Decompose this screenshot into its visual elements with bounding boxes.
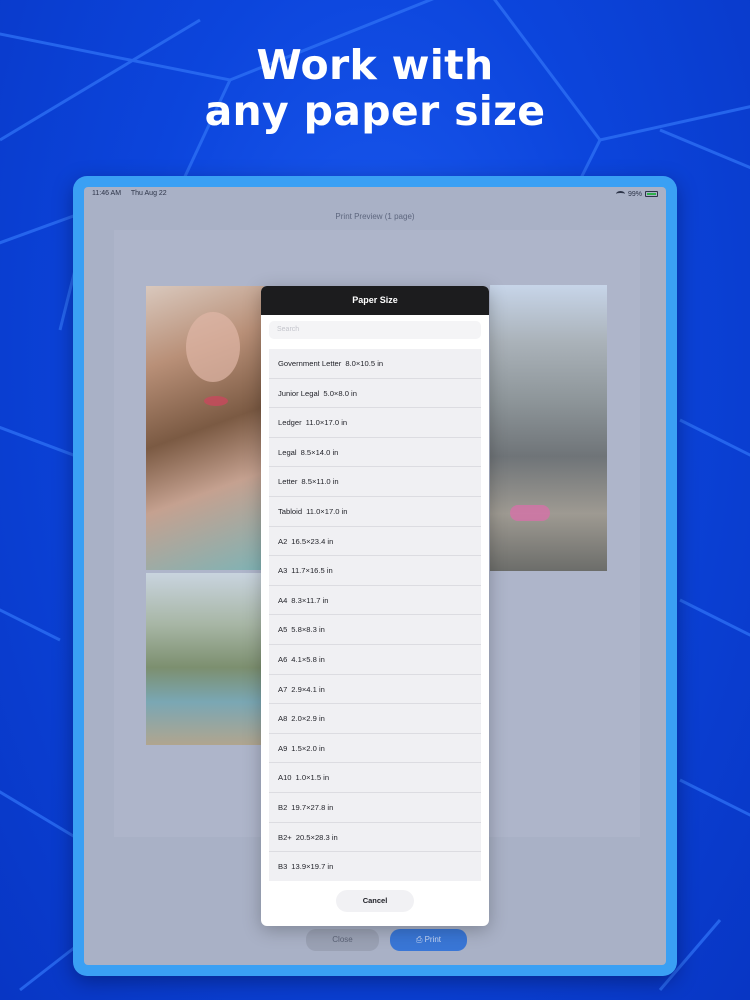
paper-size-item[interactable]: A9 1.5×2.0 in	[269, 734, 481, 764]
paper-size-dimensions: 11.7×16.5 in	[291, 566, 333, 576]
preview-photo-city	[490, 285, 607, 571]
battery-percent: 99%	[627, 190, 642, 198]
paper-size-dimensions: 1.5×2.0 in	[291, 743, 325, 753]
paper-size-list[interactable]: Government Letter 8.0×10.5 in Junior Legal…	[269, 349, 481, 881]
paper-size-name: B2+	[278, 832, 292, 842]
paper-size-dimensions: 16.5×23.4 in	[291, 536, 334, 546]
cancel-button[interactable]: Cancel	[336, 890, 414, 912]
paper-size-item[interactable]: A8 2.0×2.9 in	[269, 704, 481, 734]
paper-size-name: Letter	[278, 477, 298, 487]
battery-icon	[645, 191, 658, 197]
wifi-icon	[615, 191, 625, 197]
paper-size-name: A5	[278, 625, 288, 635]
preview-actions: Close ⎙ Print	[84, 929, 666, 951]
face-shape	[186, 312, 240, 382]
paper-size-dimensions: 13.9×19.7 in	[291, 862, 334, 872]
sneaker-shape	[510, 505, 550, 521]
paper-size-name: A9	[278, 743, 288, 753]
paper-size-item[interactable]: Tabloid 11.0×17.0 in	[269, 497, 481, 527]
paper-size-item[interactable]: Letter 8.5×11.0 in	[269, 467, 481, 497]
status-bar: 11:46 AM Thu Aug 22 99%	[84, 187, 666, 201]
paper-size-modal: Paper Size Search Government Letter 8.0×1…	[261, 286, 489, 926]
print-preview-title: Print Preview (1 page)	[335, 212, 415, 221]
paper-size-item[interactable]: A7 2.9×4.1 in	[269, 675, 481, 705]
status-date: Thu Aug 22	[130, 190, 167, 197]
headline-line-1: Work with	[256, 41, 494, 89]
paper-size-dimensions: 8.5×11.0 in	[301, 477, 339, 487]
paper-size-item[interactable]: A3 11.7×16.5 in	[269, 556, 481, 586]
paper-size-item[interactable]: A5 5.8×8.3 in	[269, 615, 481, 645]
paper-size-dimensions: 11.0×17.0 in	[305, 418, 348, 428]
paper-size-item[interactable]: B2+ 20.5×28.3 in	[269, 823, 481, 853]
headline: Work with any paper size	[0, 42, 750, 134]
paper-size-dimensions: 1.0×1.5 in	[295, 773, 330, 783]
paper-size-item[interactable]: A6 4.1×5.8 in	[269, 645, 481, 675]
paper-size-item[interactable]: Government Letter 8.0×10.5 in	[269, 349, 481, 379]
paper-size-name: B3	[278, 862, 288, 872]
paper-size-name: B2	[278, 802, 288, 812]
paper-size-dimensions: 8.5×14.0 in	[300, 447, 339, 457]
status-time: 11:46 AM	[92, 190, 122, 197]
paper-size-name: Government Letter	[278, 359, 342, 368]
paper-size-dimensions: 4.1×5.8 in	[291, 654, 325, 664]
print-button-label: Print	[424, 935, 442, 944]
paper-size-name: A4	[278, 595, 288, 605]
paper-size-name: A7	[278, 684, 288, 694]
paper-size-name: A10	[278, 773, 292, 783]
headline-line-2: any paper size	[204, 87, 546, 135]
paper-size-dimensions: 5.0×8.0 in	[323, 388, 357, 398]
paper-size-name: A2	[278, 536, 288, 546]
paper-size-item[interactable]: A2 16.5×23.4 in	[269, 527, 481, 557]
paper-size-dimensions: 8.3×11.7 in	[291, 595, 329, 605]
paper-size-dimensions: 11.0×17.0 in	[306, 506, 348, 516]
paper-size-name: A6	[278, 654, 288, 664]
paper-size-item[interactable]: Junior Legal 5.0×8.0 in	[269, 379, 481, 409]
preview-photo-cliff	[146, 573, 264, 745]
paper-size-name: A3	[278, 566, 288, 576]
status-bar-right: 99%	[615, 190, 658, 198]
paper-size-dimensions: 2.9×4.1 in	[291, 684, 325, 694]
paper-size-name: A8	[278, 714, 288, 724]
search-input[interactable]: Search	[269, 321, 481, 339]
paper-size-dimensions: 19.7×27.8 in	[291, 802, 334, 812]
paper-size-item[interactable]: Legal 8.5×14.0 in	[269, 438, 481, 468]
paper-size-item[interactable]: B3 13.9×19.7 in	[269, 852, 481, 881]
paper-size-name: Junior Legal	[278, 388, 320, 398]
print-button[interactable]: ⎙ Print	[390, 929, 467, 951]
status-bar-left: 11:46 AM Thu Aug 22	[92, 190, 175, 198]
paper-size-dimensions: 20.5×28.3 in	[295, 832, 338, 842]
lips-shape	[204, 396, 228, 406]
paper-size-dimensions: 5.8×8.3 in	[291, 625, 325, 635]
paper-size-item[interactable]: A4 8.3×11.7 in	[269, 586, 481, 616]
printer-icon: ⎙	[415, 935, 425, 944]
paper-size-name: Ledger	[278, 418, 302, 428]
paper-size-name: Legal	[278, 447, 297, 457]
paper-size-name: Tabloid	[278, 506, 303, 516]
modal-title: Paper Size	[261, 286, 489, 315]
paper-size-dimensions: 2.0×2.9 in	[291, 714, 325, 724]
preview-photo-portrait	[146, 286, 264, 570]
paper-size-item[interactable]: A10 1.0×1.5 in	[269, 763, 481, 793]
close-button[interactable]: Close	[306, 929, 379, 951]
paper-size-dimensions: 8.0×10.5 in	[345, 359, 384, 368]
paper-size-item[interactable]: B2 19.7×27.8 in	[269, 793, 481, 823]
paper-size-item[interactable]: Ledger 11.0×17.0 in	[269, 408, 481, 438]
